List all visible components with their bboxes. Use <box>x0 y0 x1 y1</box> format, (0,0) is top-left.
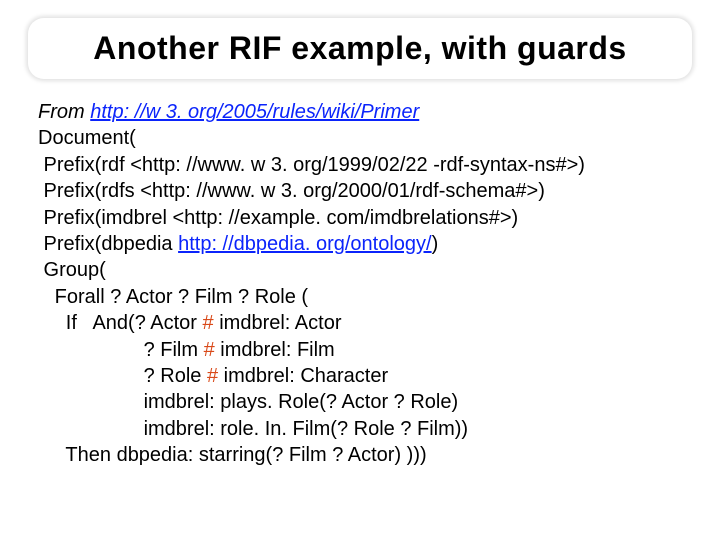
code-line: Group( <box>38 257 682 283</box>
code-line: Document( <box>38 125 682 151</box>
slide: Another RIF example, with guards From ht… <box>0 18 720 558</box>
dbpedia-link[interactable]: http: //dbpedia. org/ontology/ <box>178 233 432 255</box>
code-line: imdbrel: role. In. Film(? Role ? Film)) <box>38 416 682 442</box>
hash-icon: # <box>207 365 218 387</box>
from-line: From http: //w 3. org/2005/rules/wiki/Pr… <box>38 99 682 125</box>
code-line: imdbrel: plays. Role(? Actor ? Role) <box>38 389 682 415</box>
code-line: Forall ? Actor ? Film ? Role ( <box>38 284 682 310</box>
hash-icon: # <box>203 312 214 334</box>
code-line: If And(? Actor # imdbrel: Actor <box>38 310 682 336</box>
code-line: Prefix(imdbrel <http: //example. com/imd… <box>38 205 682 231</box>
code-line: ? Role # imdbrel: Character <box>38 363 682 389</box>
title-box: Another RIF example, with guards <box>28 18 692 79</box>
code-line: Prefix(rdf <http: //www. w 3. org/1999/0… <box>38 152 682 178</box>
code-line: ? Film # imdbrel: Film <box>38 337 682 363</box>
from-link[interactable]: http: //w 3. org/2005/rules/wiki/Primer <box>90 101 419 123</box>
slide-title: Another RIF example, with guards <box>46 30 674 67</box>
code-line: Then dbpedia: starring(? Film ? Actor) )… <box>38 442 682 468</box>
code-line: Prefix(rdfs <http: //www. w 3. org/2000/… <box>38 178 682 204</box>
hash-icon: # <box>204 339 215 361</box>
slide-body: From http: //w 3. org/2005/rules/wiki/Pr… <box>0 91 720 468</box>
code-line: Prefix(dbpedia http: //dbpedia. org/onto… <box>38 231 682 257</box>
